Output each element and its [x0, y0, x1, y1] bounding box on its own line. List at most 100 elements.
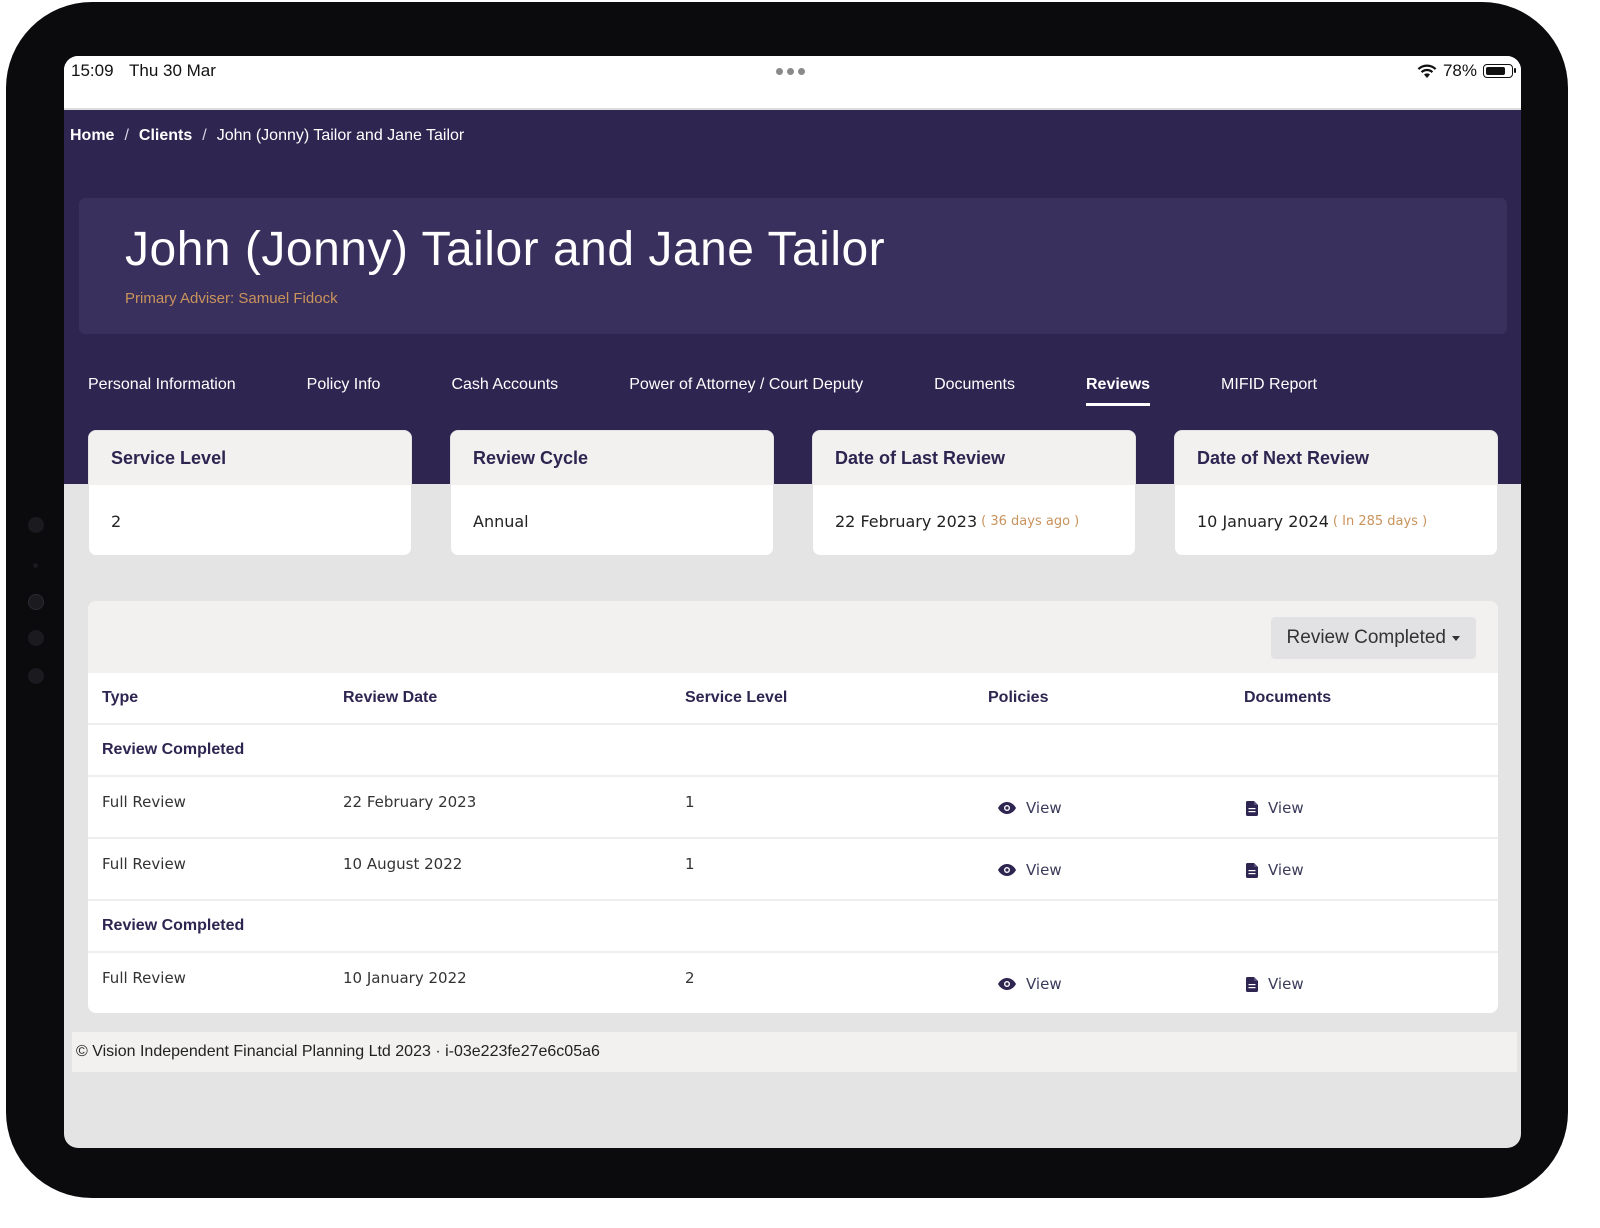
view-documents-link[interactable]: View: [1246, 799, 1304, 817]
cell-type: Full Review: [102, 793, 186, 811]
card-title: Date of Last Review: [813, 431, 1135, 485]
tab-reviews[interactable]: Reviews: [1086, 376, 1151, 406]
cell-documents: View: [1246, 777, 1304, 837]
view-policies-link[interactable]: View: [998, 799, 1062, 817]
column-header-policies: Policies: [988, 689, 1049, 706]
card-last-review: Date of Last Review 22 February 2023 ( 3…: [812, 430, 1136, 556]
view-label: View: [1268, 861, 1304, 879]
column-header-service-level: Service Level: [685, 689, 788, 706]
card-value-row: 10 January 2024 ( In 285 days ): [1175, 485, 1497, 555]
card-value-row: 2: [89, 485, 411, 555]
cell-review-date: 10 August 2022: [343, 855, 463, 873]
view-documents-link[interactable]: View: [1246, 861, 1304, 879]
eye-icon: [998, 802, 1016, 814]
file-icon: [1246, 862, 1258, 878]
cell-policies: View: [998, 777, 1062, 837]
breadcrumb-separator: /: [124, 127, 129, 144]
view-label: View: [1268, 975, 1304, 993]
eye-icon: [998, 864, 1016, 876]
card-value: Annual: [473, 511, 529, 531]
group-label: Review Completed: [102, 741, 245, 758]
status-time: 15:09: [71, 61, 114, 80]
group-label: Review Completed: [102, 917, 245, 934]
tab-power-of-attorney[interactable]: Power of Attorney / Court Deputy: [629, 376, 863, 406]
view-documents-link[interactable]: View: [1246, 975, 1304, 993]
card-service-level: Service Level 2: [88, 430, 412, 556]
cell-documents: View: [1246, 839, 1304, 899]
battery-icon: [1483, 64, 1516, 78]
panel-toolbar: Review Completed: [88, 601, 1498, 673]
column-header-documents: Documents: [1244, 689, 1332, 706]
footer: © Vision Independent Financial Planning …: [72, 1032, 1517, 1072]
breadcrumb-clients[interactable]: Clients: [139, 127, 192, 145]
primary-adviser: Primary Adviser: Samuel Fidock: [125, 290, 338, 307]
tab-mifid-report[interactable]: MIFID Report: [1221, 376, 1317, 406]
summary-cards: Service Level 2 Review Cycle Annual Date…: [88, 430, 1498, 556]
status-date: Thu 30 Mar: [129, 61, 216, 80]
tablet-frame: 15:09 Thu 30 Mar 78% Home / Clients / Jo…: [6, 2, 1568, 1198]
page-title: John (Jonny) Tailor and Jane Tailor: [125, 223, 886, 276]
side-button: [28, 517, 44, 533]
status-right: 78%: [1417, 61, 1516, 81]
side-button: [28, 630, 44, 646]
cell-documents: View: [1246, 953, 1304, 1013]
cell-policies: View: [998, 839, 1062, 899]
view-policies-link[interactable]: View: [998, 975, 1062, 993]
cell-service-level: 1: [685, 855, 695, 873]
table-row: Full Review 10 January 2022 2 View View: [88, 953, 1498, 1013]
days-until-hint: ( In 285 days ): [1332, 513, 1428, 529]
cell-review-date: 10 January 2022: [343, 969, 467, 987]
file-icon: [1246, 976, 1258, 992]
card-title: Review Cycle: [451, 431, 773, 485]
cell-policies: View: [998, 953, 1062, 1013]
table-row: Full Review 22 February 2023 1 View View: [88, 777, 1498, 839]
breadcrumb-home[interactable]: Home: [70, 127, 114, 145]
cell-type: Full Review: [102, 969, 186, 987]
breadcrumb: Home / Clients / John (Jonny) Tailor and…: [70, 127, 464, 145]
days-ago-hint: ( 36 days ago ): [981, 513, 1080, 529]
view-label: View: [1026, 861, 1062, 879]
breadcrumb-current: John (Jonny) Tailor and Jane Tailor: [216, 127, 465, 144]
column-header-type: Type: [102, 689, 139, 706]
column-header-review-date: Review Date: [343, 689, 438, 706]
group-row: Review Completed: [88, 725, 1498, 777]
client-tabs: Personal Information Policy Info Cash Ac…: [88, 376, 1388, 406]
screen: 15:09 Thu 30 Mar 78% Home / Clients / Jo…: [64, 56, 1521, 1148]
view-label: View: [1026, 975, 1062, 993]
card-value-row: 22 February 2023 ( 36 days ago ): [813, 485, 1135, 555]
side-dot: [33, 563, 38, 568]
view-label: View: [1026, 799, 1062, 817]
card-value: 2: [111, 511, 122, 531]
tab-cash-accounts[interactable]: Cash Accounts: [451, 376, 558, 406]
tab-policy-info[interactable]: Policy Info: [307, 376, 381, 406]
multitask-dots-icon[interactable]: [776, 68, 805, 75]
cell-type: Full Review: [102, 855, 186, 873]
card-title: Service Level: [89, 431, 411, 485]
caret-down-icon: [1452, 635, 1460, 641]
card-value: 10 January 2024: [1197, 511, 1329, 531]
review-status-dropdown[interactable]: Review Completed: [1270, 617, 1476, 659]
tab-documents[interactable]: Documents: [934, 376, 1015, 406]
view-label: View: [1268, 799, 1304, 817]
dropdown-label: Review Completed: [1286, 627, 1446, 648]
cell-service-level: 1: [685, 793, 695, 811]
tab-personal-information[interactable]: Personal Information: [88, 376, 236, 406]
group-row: Review Completed: [88, 901, 1498, 953]
breadcrumb-separator: /: [202, 127, 207, 144]
view-policies-link[interactable]: View: [998, 861, 1062, 879]
card-next-review: Date of Next Review 10 January 2024 ( In…: [1174, 430, 1498, 556]
table-row: Full Review 10 August 2022 1 View View: [88, 839, 1498, 901]
client-title-card: John (Jonny) Tailor and Jane Tailor Prim…: [79, 198, 1507, 334]
eye-icon: [998, 978, 1016, 990]
status-bar: 15:09 Thu 30 Mar 78%: [64, 56, 1521, 110]
footer-text: © Vision Independent Financial Planning …: [76, 1043, 600, 1060]
reviews-panel: Review Completed Type Review Date Servic…: [88, 601, 1498, 1013]
wifi-icon: [1417, 63, 1437, 78]
cell-service-level: 2: [685, 969, 695, 987]
cell-review-date: 22 February 2023: [343, 793, 477, 811]
side-button: [28, 668, 44, 684]
card-value-row: Annual: [451, 485, 773, 555]
battery-percent: 78%: [1442, 61, 1477, 80]
side-camera: [28, 594, 44, 610]
card-value: 22 February 2023: [835, 511, 978, 531]
